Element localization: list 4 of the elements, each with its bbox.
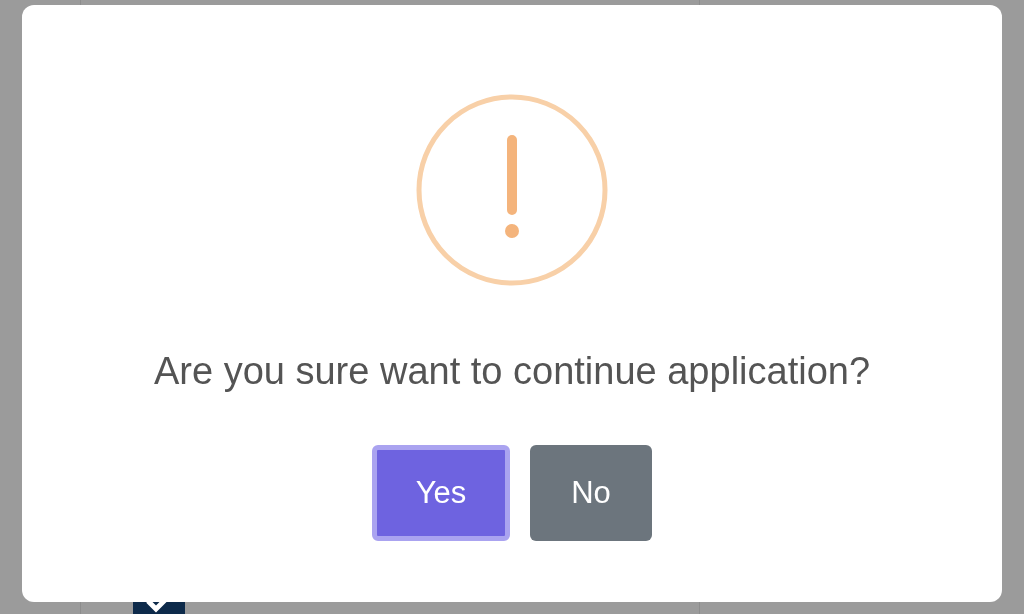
dialog-message: Are you sure want to continue application? xyxy=(153,349,871,394)
no-button[interactable]: No xyxy=(530,445,652,541)
warning-icon xyxy=(415,93,609,287)
yes-button[interactable]: Yes xyxy=(372,445,510,541)
